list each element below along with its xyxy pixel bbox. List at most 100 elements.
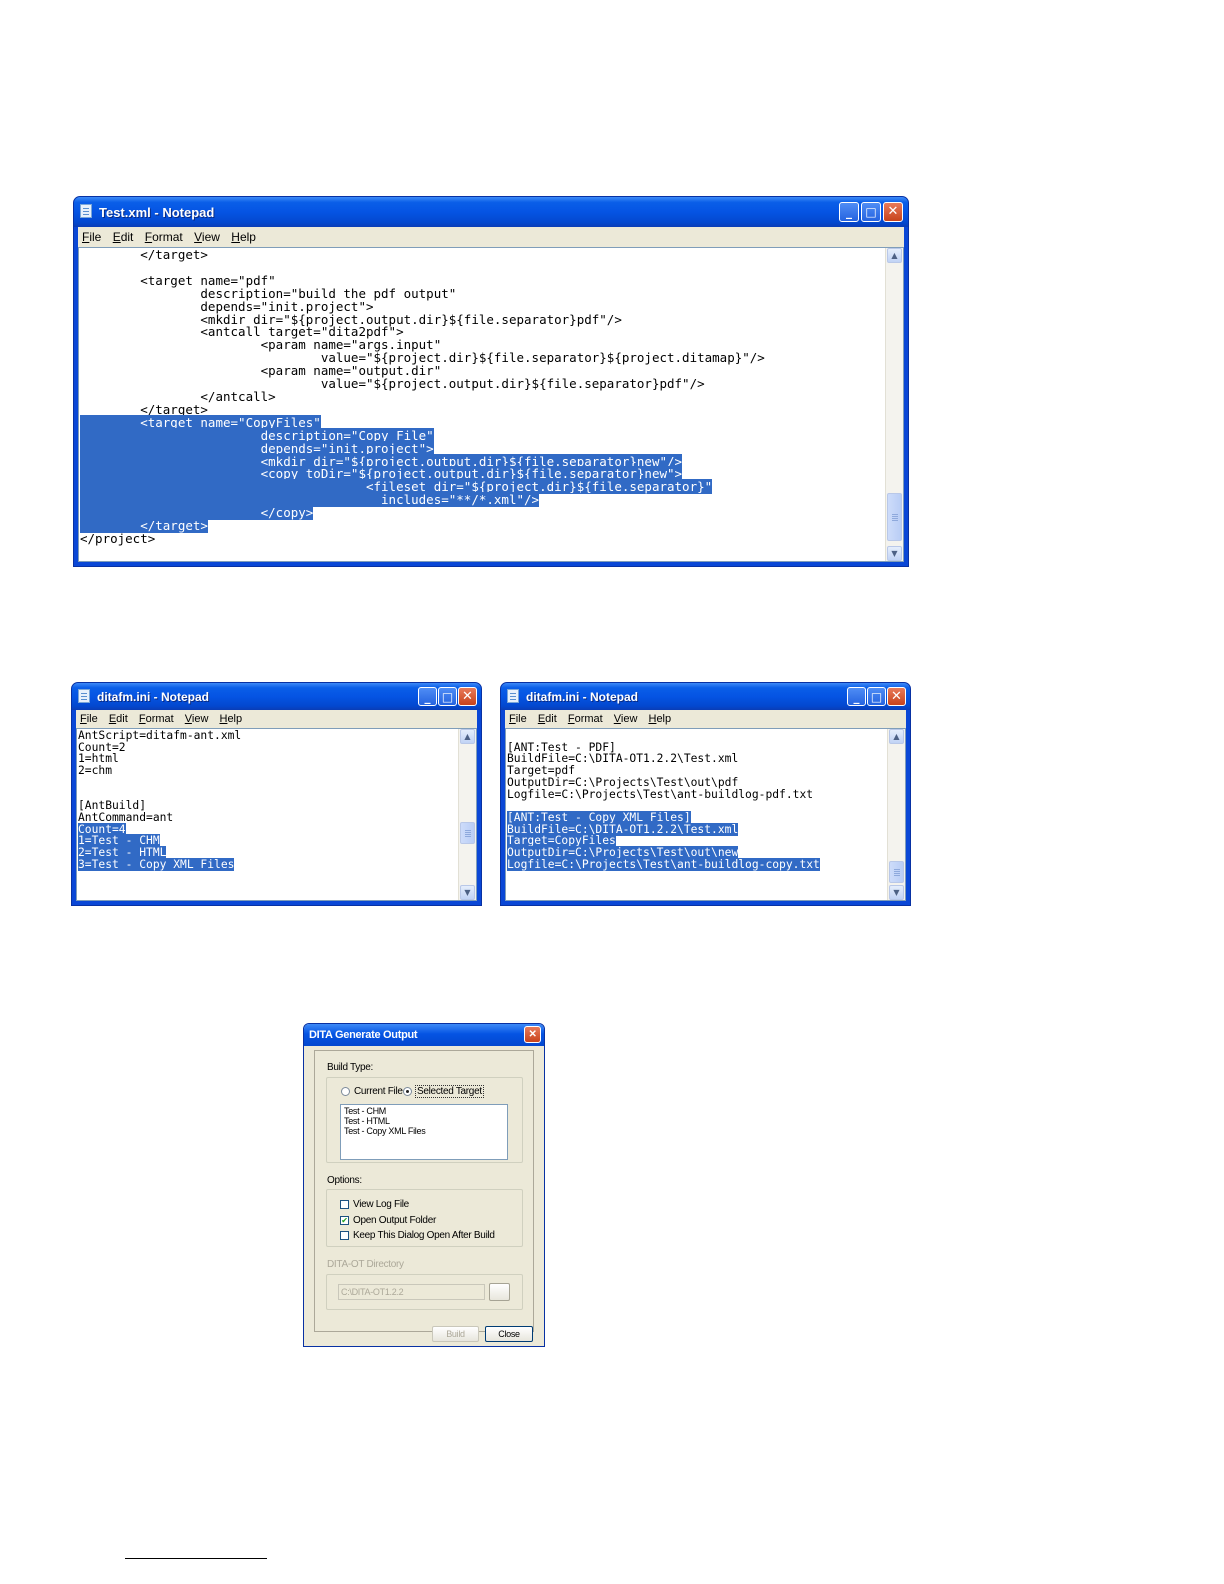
text-line[interactable]: OutputDir=C:\Projects\Test\out\new bbox=[507, 846, 905, 860]
text-line[interactable]: Count=2 bbox=[78, 741, 476, 754]
close-button[interactable]: ✕ bbox=[883, 202, 903, 222]
notepad-icon bbox=[78, 689, 90, 703]
current-file-label[interactable]: Current File bbox=[354, 1086, 403, 1097]
text-line[interactable]: 1=html bbox=[78, 753, 476, 765]
title-bar[interactable]: Test.xml - Notepad _ □ ✕ bbox=[74, 197, 908, 227]
build-type-label: Build Type: bbox=[327, 1062, 373, 1073]
close-button[interactable]: ✕ bbox=[458, 687, 477, 706]
menu-file[interactable]: File bbox=[78, 227, 105, 244]
dialog-close-icon[interactable]: ✕ bbox=[524, 1026, 541, 1043]
minimize-button[interactable]: _ bbox=[839, 202, 859, 222]
menu-view[interactable]: View bbox=[181, 710, 213, 725]
menu-edit[interactable]: Edit bbox=[534, 710, 561, 725]
target-list-item[interactable]: Test - Copy XML Files bbox=[344, 1126, 426, 1136]
text-line-content: AntCommand=ant bbox=[78, 810, 174, 824]
text-line[interactable]: AntCommand=ant bbox=[78, 812, 476, 824]
maximize-button[interactable]: □ bbox=[867, 687, 886, 706]
selected-text: Logfile=C:\Projects\Test\ant-buildlog-co… bbox=[507, 857, 820, 871]
scroll-thumb[interactable] bbox=[460, 822, 475, 844]
menu-format[interactable]: Format bbox=[141, 227, 187, 244]
text-line-content: </project> bbox=[80, 530, 156, 546]
text-line[interactable]: AntScript=ditafm-ant.xml bbox=[78, 730, 476, 742]
scroll-down-button[interactable]: ▼ bbox=[887, 546, 902, 561]
target-list-item[interactable]: Test - CHM bbox=[344, 1106, 386, 1116]
minimize-button[interactable]: _ bbox=[847, 687, 866, 706]
dita-ot-directory-field[interactable]: C:\DITA-OT1.2.2 bbox=[338, 1284, 485, 1300]
vertical-scrollbar[interactable]: ▲ ▼ bbox=[887, 729, 905, 900]
dialog-title: DITA Generate Output bbox=[309, 1029, 418, 1041]
text-line-content: </target> bbox=[80, 247, 208, 262]
title-bar[interactable]: ditafm.ini - Notepad _ □ ✕ bbox=[501, 683, 910, 710]
minimize-button[interactable]: _ bbox=[418, 687, 437, 706]
scroll-down-button[interactable]: ▼ bbox=[460, 885, 475, 900]
notepad-icon bbox=[507, 689, 519, 703]
menu-file[interactable]: File bbox=[505, 710, 531, 725]
text-line[interactable]: </project> bbox=[80, 530, 903, 546]
keep-open-label[interactable]: Keep This Dialog Open After Build bbox=[353, 1230, 495, 1241]
text-line[interactable]: Logfile=C:\Projects\Test\ant-buildlog-pd… bbox=[507, 787, 905, 801]
scroll-thumb[interactable] bbox=[887, 493, 902, 541]
close-button[interactable]: ✕ bbox=[887, 687, 906, 706]
text-line-content: Logfile=C:\Projects\Test\ant-buildlog-pd… bbox=[507, 787, 814, 801]
current-file-radio[interactable] bbox=[341, 1087, 350, 1096]
build-button[interactable]: Build bbox=[432, 1326, 479, 1342]
vertical-scrollbar[interactable]: ▲ ▼ bbox=[885, 248, 903, 561]
menu-help[interactable]: Help bbox=[227, 227, 260, 244]
menu-file[interactable]: File bbox=[76, 710, 102, 725]
view-log-checkbox[interactable] bbox=[340, 1200, 349, 1209]
text-line[interactable]: </target> bbox=[80, 518, 903, 534]
view-log-label[interactable]: View Log File bbox=[353, 1199, 409, 1210]
menu-bar: File Edit Format View Help bbox=[505, 710, 906, 728]
menu-edit[interactable]: Edit bbox=[105, 710, 132, 725]
browse-button[interactable] bbox=[489, 1283, 510, 1301]
target-list-item[interactable]: Test - HTML bbox=[344, 1116, 390, 1126]
text-line[interactable]: 3=Test - Copy XML Files bbox=[78, 857, 476, 871]
scroll-up-button[interactable]: ▲ bbox=[889, 729, 904, 744]
notepad-window-ini-right: ditafm.ini - Notepad _ □ ✕ File Edit For… bbox=[500, 682, 911, 906]
title-bar[interactable]: ditafm.ini - Notepad _ □ ✕ bbox=[72, 683, 481, 710]
dita-generate-output-dialog: DITA Generate Output ✕ Build Type: Curre… bbox=[303, 1023, 545, 1347]
text-line[interactable]: [ANT:Test - Copy XML Files] bbox=[507, 810, 905, 824]
scroll-up-button[interactable]: ▲ bbox=[460, 729, 475, 744]
menu-edit[interactable]: Edit bbox=[109, 227, 138, 244]
menu-view[interactable]: View bbox=[610, 710, 642, 725]
text-area[interactable]: </target> <target name="pdf" description… bbox=[78, 247, 904, 562]
text-line[interactable]: 2=chm bbox=[78, 765, 476, 777]
keep-open-checkbox[interactable] bbox=[340, 1231, 349, 1240]
text-line[interactable]: 2=Test - HTML bbox=[78, 846, 476, 860]
footnote-rule bbox=[125, 1558, 267, 1559]
editor-content[interactable]: [ANT:Test - PDF] BuildFile=C:\DITA-OT1.2.… bbox=[506, 729, 905, 871]
open-output-checkbox[interactable]: ✔ bbox=[340, 1216, 349, 1225]
scroll-thumb[interactable] bbox=[889, 861, 904, 883]
vertical-scrollbar[interactable]: ▲ ▼ bbox=[458, 729, 476, 900]
menu-help[interactable]: Help bbox=[215, 710, 246, 725]
scroll-down-button[interactable]: ▼ bbox=[889, 885, 904, 900]
text-line[interactable]: </target> bbox=[80, 247, 903, 262]
text-area[interactable]: [ANT:Test - PDF] BuildFile=C:\DITA-OT1.2.… bbox=[505, 728, 906, 901]
scroll-up-button[interactable]: ▲ bbox=[887, 248, 902, 263]
target-list[interactable]: Test - CHM Test - HTML Test - Copy XML F… bbox=[340, 1104, 508, 1160]
dialog-title-bar[interactable]: DITA Generate Output ✕ bbox=[304, 1024, 544, 1046]
text-line[interactable] bbox=[78, 777, 476, 789]
menu-help[interactable]: Help bbox=[644, 710, 675, 725]
text-line[interactable]: Logfile=C:\Projects\Test\ant-buildlog-co… bbox=[507, 857, 905, 871]
selected-text: [ANT:Test - Copy XML Files] bbox=[507, 810, 691, 824]
menu-view[interactable]: View bbox=[190, 227, 224, 244]
menu-format[interactable]: Format bbox=[135, 710, 178, 725]
menu-bar: File Edit Format View Help bbox=[78, 227, 904, 247]
notepad-window-test-xml: Test.xml - Notepad _ □ ✕ File Edit Forma… bbox=[73, 196, 909, 567]
editor-content[interactable]: </target> <target name="pdf" description… bbox=[79, 248, 903, 546]
options-label: Options: bbox=[327, 1175, 362, 1186]
editor-content[interactable]: AntScript=ditafm-ant.xml Count=2 1=html 2=c… bbox=[77, 729, 476, 871]
text-area[interactable]: AntScript=ditafm-ant.xml Count=2 1=html 2=c… bbox=[76, 728, 477, 901]
notepad-window-ini-left: ditafm.ini - Notepad _ □ ✕ File Edit For… bbox=[71, 682, 482, 906]
maximize-button[interactable]: □ bbox=[438, 687, 457, 706]
open-output-label[interactable]: Open Output Folder bbox=[353, 1215, 436, 1226]
close-button[interactable]: Close bbox=[485, 1326, 533, 1342]
selected-text: 3=Test - Copy XML Files bbox=[78, 857, 235, 871]
maximize-button[interactable]: □ bbox=[861, 202, 881, 222]
selected-target-radio[interactable] bbox=[403, 1087, 412, 1096]
window-title: ditafm.ini - Notepad bbox=[526, 690, 638, 704]
menu-format[interactable]: Format bbox=[564, 710, 607, 725]
selected-target-label[interactable]: Selected Target bbox=[415, 1085, 484, 1098]
